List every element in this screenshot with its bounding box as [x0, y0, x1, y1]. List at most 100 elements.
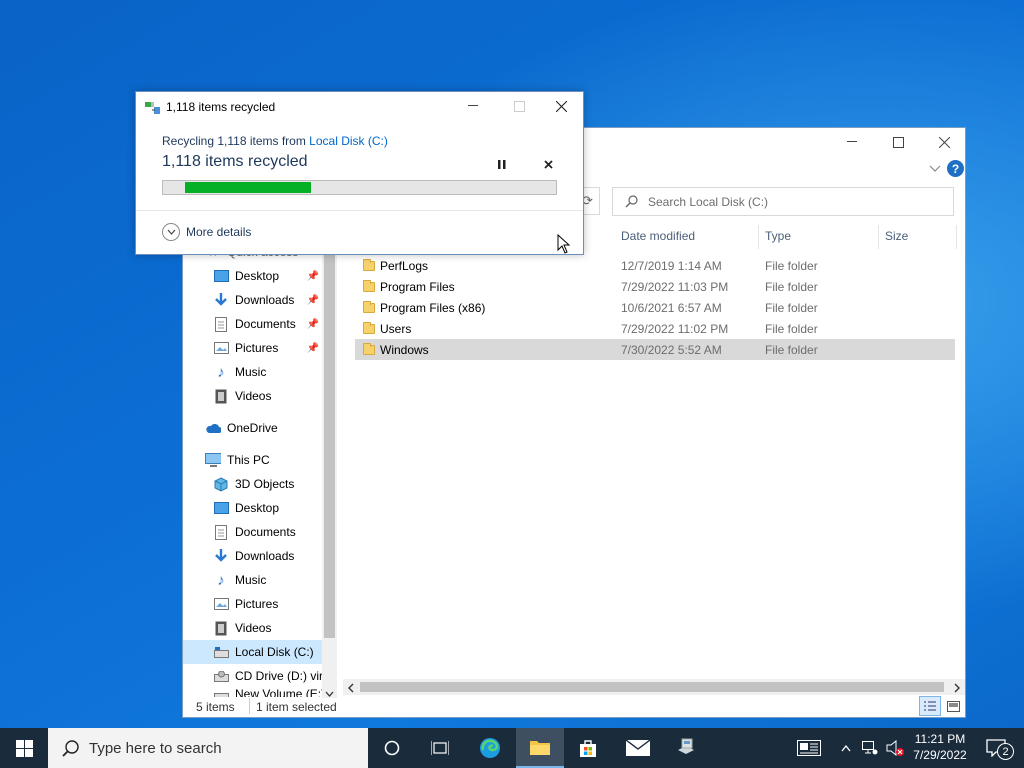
dialog-title: 1,118 items recycled — [166, 100, 276, 114]
chevron-left-icon[interactable] — [347, 682, 355, 696]
documents-icon — [213, 524, 229, 540]
volume-button[interactable] — [882, 728, 908, 768]
horizontal-scrollbar[interactable] — [343, 679, 965, 695]
minimize-button[interactable] — [829, 128, 875, 156]
edge-taskbar-button[interactable] — [466, 728, 514, 768]
dialog-close-button[interactable] — [538, 92, 584, 120]
source-location-link[interactable]: Local Disk (C:) — [309, 134, 388, 148]
news-widget-button[interactable] — [788, 728, 830, 768]
large-icons-view-button[interactable] — [943, 696, 963, 716]
nav-item-music[interactable]: ♪ Music — [213, 360, 337, 384]
nav-item-pictures[interactable]: Pictures 📌 — [213, 336, 323, 360]
chevron-right-icon[interactable] — [953, 682, 961, 696]
search-input[interactable]: Search Local Disk (C:) — [648, 195, 768, 209]
drive-icon — [213, 644, 229, 660]
status-selection: 1 item selected — [256, 700, 337, 714]
nav-item-this-pc[interactable]: This PC — [205, 448, 337, 472]
nav-scrollbar[interactable] — [322, 228, 337, 698]
taskbar-search-input[interactable]: Type here to search — [89, 740, 222, 757]
close-button[interactable] — [921, 128, 967, 156]
file-row[interactable]: Program Files 7/29/2022 11:03 PM File fo… — [355, 276, 955, 297]
recycling-status-line: Recycling 1,118 items from Local Disk (C… — [162, 134, 388, 148]
file-date: 12/7/2019 1:14 AM — [621, 258, 722, 273]
windows-logo-icon — [15, 739, 33, 757]
nav-item-new-volume[interactable]: New Volume (E:) — [213, 687, 323, 697]
taskbar-search-box[interactable]: Type here to search — [48, 728, 368, 768]
task-view-button[interactable] — [416, 728, 464, 768]
store-taskbar-button[interactable] — [564, 728, 612, 768]
pin-icon[interactable]: 📌 — [307, 295, 319, 306]
nav-item-desktop-pc[interactable]: Desktop — [213, 496, 337, 520]
cloud-icon — [205, 420, 221, 436]
pictures-icon — [213, 596, 229, 612]
help-icon[interactable]: ? — [947, 160, 964, 177]
nav-scrollbar-thumb[interactable] — [324, 228, 335, 638]
pin-icon[interactable]: 📌 — [307, 319, 319, 330]
notification-center-button[interactable]: 2 — [976, 728, 1016, 768]
nav-item-music-pc[interactable]: ♪ Music — [213, 568, 337, 592]
column-date-modified[interactable]: Date modified — [621, 229, 695, 243]
cortana-button[interactable] — [368, 728, 416, 768]
chevron-down-icon[interactable] — [325, 687, 334, 697]
more-details-label: More details — [186, 225, 252, 239]
taskbar-clock[interactable]: 11:21 PM 7/29/2022 — [910, 731, 970, 763]
file-name: Program Files — [380, 279, 455, 294]
news-icon — [797, 740, 821, 756]
dialog-minimize-button[interactable] — [450, 92, 496, 120]
pin-icon[interactable]: 📌 — [307, 343, 319, 354]
column-divider[interactable] — [758, 225, 759, 249]
file-row[interactable]: Program Files (x86) 10/6/2021 6:57 AM Fi… — [355, 297, 955, 318]
nav-item-videos[interactable]: Videos — [213, 384, 337, 408]
nav-item-documents-pc[interactable]: Documents — [213, 520, 337, 544]
file-type: File folder — [765, 321, 818, 336]
cancel-button[interactable] — [541, 157, 555, 171]
file-explorer-taskbar-button[interactable] — [516, 728, 564, 768]
videos-icon — [213, 620, 229, 636]
file-date: 10/6/2021 6:57 AM — [621, 300, 722, 315]
progress-headline: 1,118 items recycled — [162, 153, 308, 170]
pause-button[interactable] — [495, 157, 509, 171]
file-row[interactable]: PerfLogs 12/7/2019 1:14 AM File folder — [355, 255, 955, 276]
download-icon — [213, 292, 229, 308]
nav-item-desktop[interactable]: Desktop 📌 — [213, 264, 323, 288]
file-name: Program Files (x86) — [380, 300, 486, 315]
pin-icon[interactable]: 📌 — [307, 271, 319, 282]
file-row-selected[interactable]: Windows 7/30/2022 5:52 AM File folder — [355, 339, 955, 360]
close-icon — [543, 159, 553, 169]
nav-item-downloads[interactable]: Downloads 📌 — [213, 288, 323, 312]
nav-item-cd-drive[interactable]: CD Drive (D:) virt — [213, 664, 323, 688]
details-view-button[interactable] — [919, 696, 941, 716]
status-divider — [249, 698, 250, 714]
nav-item-pictures-pc[interactable]: Pictures — [213, 592, 337, 616]
nav-item-onedrive[interactable]: OneDrive — [205, 416, 337, 440]
search-box[interactable]: Search Local Disk (C:) — [612, 187, 954, 216]
file-row[interactable]: Users 7/29/2022 11:02 PM File folder — [355, 318, 955, 339]
file-type: File folder — [765, 342, 818, 357]
nav-item-downloads-pc[interactable]: Downloads — [213, 544, 337, 568]
mail-taskbar-button[interactable] — [614, 728, 662, 768]
column-size[interactable]: Size — [885, 229, 908, 243]
ribbon-expand-icon[interactable] — [929, 162, 941, 174]
progress-bar — [162, 180, 557, 195]
desktop-icon — [213, 500, 229, 516]
folder-icon — [363, 279, 375, 292]
nav-item-videos-pc[interactable]: Videos — [213, 616, 337, 640]
nav-item-local-disk[interactable]: Local Disk (C:) — [183, 640, 323, 664]
nav-item-3d-objects[interactable]: 3D Objects — [213, 472, 337, 496]
navigation-pane: ★ Quick access Desktop 📌 Downloads 📌 Doc… — [183, 228, 337, 698]
cd-drive-icon — [213, 668, 229, 684]
column-divider[interactable] — [878, 225, 879, 249]
start-button[interactable] — [0, 728, 48, 768]
more-details-toggle[interactable]: More details — [162, 223, 251, 241]
column-divider[interactable] — [956, 225, 957, 249]
nav-item-documents[interactable]: Documents 📌 — [213, 312, 323, 336]
progress-bar-fill — [185, 182, 311, 193]
dialog-maximize-button[interactable] — [496, 92, 542, 120]
maximize-button[interactable] — [875, 128, 921, 156]
network-button[interactable] — [858, 728, 882, 768]
horizontal-scrollbar-thumb[interactable] — [360, 682, 944, 692]
show-hidden-icons-button[interactable] — [834, 728, 858, 768]
app-taskbar-button[interactable] — [662, 728, 710, 768]
column-type[interactable]: Type — [765, 229, 791, 243]
clock-date: 7/29/2022 — [913, 748, 967, 762]
